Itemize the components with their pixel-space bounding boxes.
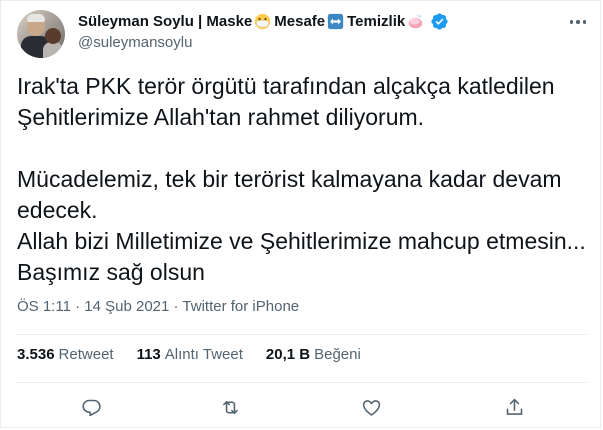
like-count-value: 20,1 B bbox=[265, 346, 311, 363]
tweet-source[interactable]: Twitter for iPhone bbox=[182, 298, 299, 315]
verified-badge-icon bbox=[431, 12, 448, 30]
tweet-text: Irak'ta PKK terör örgütü tarafından alça… bbox=[17, 73, 586, 285]
tweet-card: Süleyman Soylu | Maske Mesafe Temizlik @… bbox=[0, 0, 601, 428]
mask-emoji-icon bbox=[255, 13, 271, 29]
display-name-part-3: Temizlik bbox=[347, 12, 406, 30]
meta-separator: · bbox=[75, 298, 81, 315]
tweet-stats: 3.536 Retweet 113 Alıntı Tweet 20,1 B Beğen… bbox=[17, 346, 384, 363]
soap-icon bbox=[408, 13, 423, 28]
display-name-part-1: Süleyman Soylu | Maske bbox=[78, 12, 253, 30]
avatar[interactable] bbox=[17, 10, 65, 58]
divider bbox=[17, 334, 587, 335]
username-handle[interactable]: @suleymansoylu bbox=[78, 34, 192, 51]
retweet-count-label: Retweet bbox=[58, 346, 114, 363]
quote-count[interactable]: 113 Alıntı Tweet bbox=[137, 346, 243, 363]
tweet-time: ÖS 1:11 bbox=[17, 298, 71, 315]
like-icon[interactable] bbox=[357, 393, 385, 421]
tweet-timestamp[interactable]: ÖS 1:11 · 14 Şub 2021 bbox=[17, 298, 169, 315]
more-options-icon[interactable] bbox=[567, 13, 589, 31]
tweet-date: 14 Şub 2021 bbox=[84, 298, 170, 315]
left-right-arrow-icon bbox=[327, 13, 344, 29]
quote-count-label: Alıntı Tweet bbox=[164, 346, 243, 363]
reply-icon[interactable] bbox=[77, 393, 105, 421]
retweet-icon[interactable] bbox=[216, 393, 244, 421]
share-icon[interactable] bbox=[500, 393, 528, 421]
divider bbox=[17, 382, 587, 383]
display-name[interactable]: Süleyman Soylu | Maske Mesafe Temizlik bbox=[78, 11, 449, 31]
display-name-part-2: Mesafe bbox=[274, 12, 326, 30]
tweet-meta: ÖS 1:11 · 14 Şub 2021 · Twitter for iPho… bbox=[17, 298, 299, 315]
retweet-count-value: 3.536 bbox=[17, 346, 55, 363]
action-bar bbox=[17, 393, 587, 421]
like-count-label: Beğeni bbox=[314, 346, 361, 363]
like-count[interactable]: 20,1 B Beğeni bbox=[266, 346, 361, 363]
retweet-count[interactable]: 3.536 Retweet bbox=[17, 346, 114, 363]
quote-count-value: 113 bbox=[136, 346, 161, 363]
meta-separator: · bbox=[173, 298, 179, 315]
